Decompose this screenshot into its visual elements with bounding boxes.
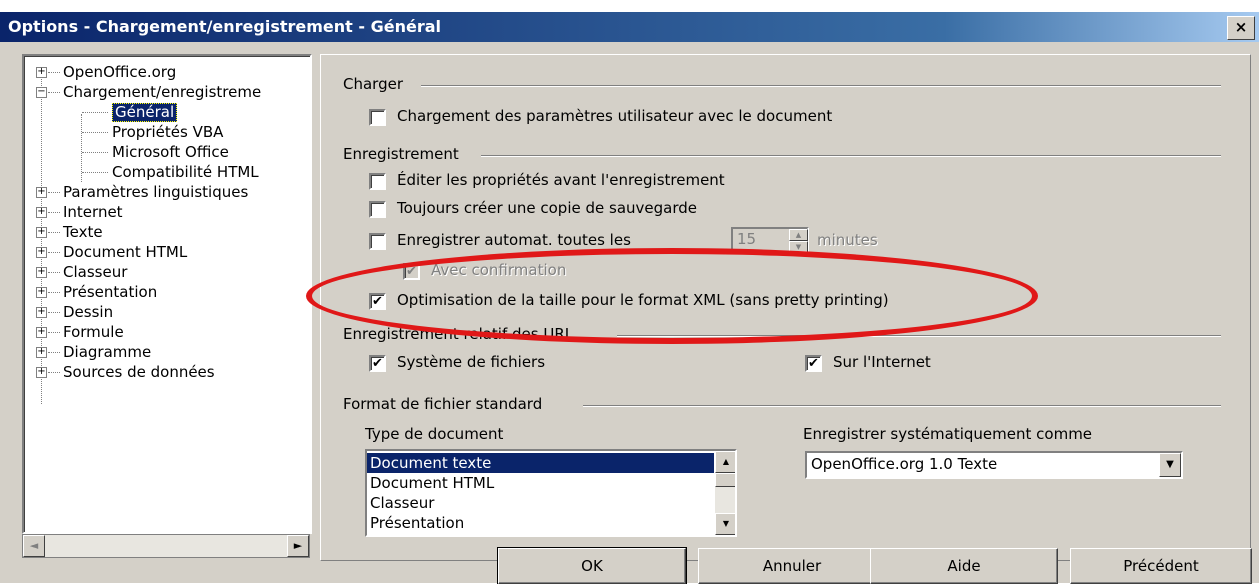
settings-panel: Charger Chargement des paramètres utilis… (320, 54, 1251, 561)
scroll-left-icon[interactable]: ◄ (23, 535, 45, 557)
confirm-label: Avec confirmation (431, 261, 567, 279)
expand-icon[interactable]: + (36, 307, 47, 318)
tree-item-label: Sources de données (63, 363, 215, 381)
edit-properties-label: Éditer les propriétés avant l'enregistre… (397, 171, 725, 189)
edit-properties-checkbox[interactable] (369, 173, 386, 190)
tree-item-label: Présentation (63, 283, 158, 301)
always-save-label: Enregistrer systématiquement comme (803, 425, 1093, 443)
tree-item-label: Internet (63, 203, 123, 221)
section-enregistrement-title: Enregistrement (343, 145, 459, 163)
expand-icon[interactable]: + (36, 267, 47, 278)
scroll-right-icon[interactable]: ► (287, 535, 309, 557)
xml-optimization-label: Optimisation de la taille pour le format… (397, 291, 889, 309)
tree-item-label: Paramètres linguistiques (63, 183, 249, 201)
help-button[interactable]: Aide (870, 548, 1058, 584)
tree-horizontal-scrollbar[interactable]: ◄ ► (22, 534, 310, 558)
tree-item-label: Formule (63, 323, 124, 341)
options-tree: + OpenOffice.org − Chargement/enregistre… (22, 54, 312, 534)
tree-item-label: OpenOffice.org (63, 63, 177, 81)
expand-icon[interactable]: + (36, 347, 47, 358)
section-format-title: Format de fichier standard (343, 395, 543, 413)
scroll-up-icon[interactable]: ▲ (715, 451, 735, 473)
load-user-settings-label: Chargement des paramètres utilisateur av… (397, 107, 833, 125)
internet-checkbox[interactable]: ✔ (805, 355, 822, 372)
section-charger-title: Charger (343, 75, 403, 93)
cancel-button[interactable]: Annuler (698, 548, 886, 584)
tree-item-label: Texte (63, 223, 103, 241)
list-item[interactable]: Présentation (367, 513, 714, 533)
scroll-down-icon[interactable]: ▼ (715, 513, 735, 535)
document-type-scrollbar[interactable]: ▲ ▼ (715, 451, 735, 535)
ok-button[interactable]: OK (497, 547, 687, 584)
xml-optimization-checkbox[interactable]: ✔ (369, 293, 386, 310)
back-button[interactable]: Précédent (1070, 548, 1252, 584)
backup-copy-checkbox[interactable] (369, 201, 386, 218)
tree-item-label: Chargement/enregistreme (63, 83, 262, 101)
tree-item-label: Diagramme (63, 343, 152, 361)
backup-copy-label: Toujours créer une copie de sauvegarde (397, 199, 697, 217)
tree-item-label: Document HTML (63, 243, 188, 261)
filesystem-checkbox[interactable]: ✔ (369, 355, 386, 372)
chevron-down-icon[interactable]: ▼ (1159, 453, 1181, 477)
document-type-label: Type de document (365, 425, 504, 443)
expand-icon[interactable]: + (36, 287, 47, 298)
always-save-select[interactable]: OpenOffice.org 1.0 Texte ▼ (805, 451, 1183, 479)
autosave-minutes-value: 15 (737, 230, 757, 248)
tree-item-label: Compatibilité HTML (112, 163, 259, 181)
expand-icon[interactable]: + (36, 187, 47, 198)
close-button[interactable]: × (1227, 16, 1255, 40)
always-save-value: OpenOffice.org 1.0 Texte (811, 455, 998, 473)
expand-icon[interactable]: + (36, 227, 47, 238)
expand-icon[interactable]: + (36, 367, 47, 378)
internet-label: Sur l'Internet (833, 353, 931, 371)
window-title: Options - Chargement/enregistrement - Gé… (8, 17, 441, 36)
document-type-list[interactable]: Document texte Document HTML Classeur Pr… (365, 449, 737, 537)
expand-icon[interactable]: + (36, 207, 47, 218)
autosave-checkbox[interactable] (369, 233, 386, 250)
list-item[interactable]: Document texte (367, 453, 714, 473)
tree-item-label: Microsoft Office (112, 143, 229, 161)
spin-up-icon[interactable]: ▲ (789, 229, 808, 241)
expand-icon[interactable]: + (36, 247, 47, 258)
filesystem-label: Système de fichiers (397, 353, 546, 371)
tree-item-label: Dessin (63, 303, 114, 321)
autosave-unit-label: minutes (817, 231, 878, 249)
title-bar: Options - Chargement/enregistrement - Gé… (0, 12, 1259, 42)
collapse-icon[interactable]: − (36, 87, 47, 98)
scroll-thumb[interactable] (715, 473, 735, 487)
autosave-minutes-spinner[interactable]: 15 ▲ ▼ (731, 227, 809, 253)
tree-item-label: Général (112, 103, 178, 122)
tree-item-label: Propriétés VBA (112, 123, 224, 141)
options-dialog: Options - Chargement/enregistrement - Gé… (0, 12, 1259, 584)
section-url-title: Enregistrement relatif des URL (343, 325, 574, 343)
list-item[interactable]: Classeur (367, 493, 714, 513)
spin-down-icon[interactable]: ▼ (789, 241, 808, 253)
expand-icon[interactable]: + (36, 67, 47, 78)
confirm-checkbox[interactable]: ✔ (403, 263, 420, 280)
autosave-label: Enregistrer automat. toutes les (397, 231, 631, 249)
expand-icon[interactable]: + (36, 327, 47, 338)
load-user-settings-checkbox[interactable] (369, 109, 386, 126)
list-item[interactable]: Document HTML (367, 473, 714, 493)
tree-item-label: Classeur (63, 263, 128, 281)
